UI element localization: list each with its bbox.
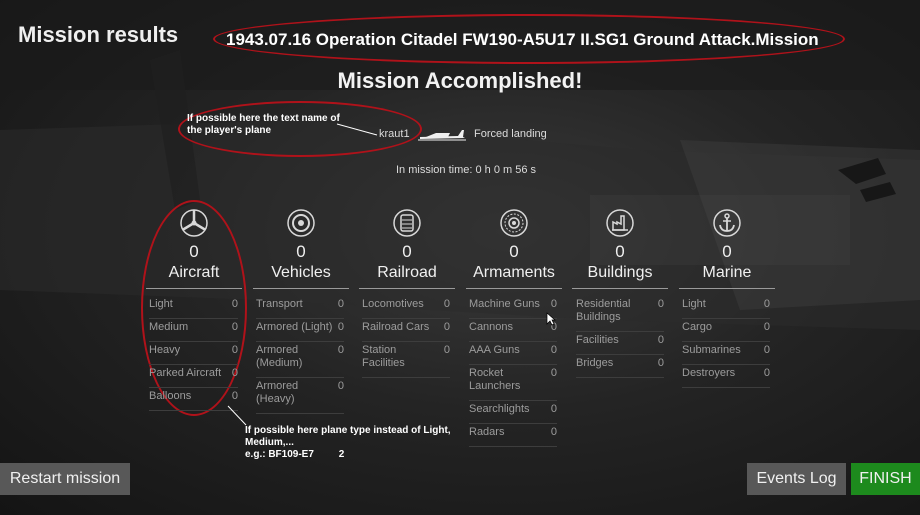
- railroad-divider: [359, 288, 455, 289]
- category-marine: 0 Marine: [679, 208, 775, 289]
- aircraft-breakdown: Light 0 Medium 0 Heavy 0 Parked Aircraft 0 B…: [149, 296, 238, 411]
- gun-muzzle-icon: [500, 209, 528, 237]
- finish-button[interactable]: FINISH: [851, 463, 920, 495]
- annotation-example-value: 2: [338, 449, 345, 460]
- aircraft-divider: [146, 288, 242, 289]
- breakdown-row: Armored (Light) 0: [256, 319, 344, 342]
- marine-total: 0: [722, 242, 732, 261]
- vehicles-total: 0: [296, 242, 306, 261]
- armaments-breakdown: Machine Guns 0 Cannons 0 AAA Guns 0 Rocket …: [469, 296, 557, 447]
- armaments-divider: [466, 288, 562, 289]
- plane-silhouette-icon: [418, 130, 466, 141]
- breakdown-row: Light 0: [149, 296, 238, 319]
- vehicles-divider: [253, 288, 349, 289]
- aircraft-total: 0: [189, 242, 199, 261]
- player-name: kraut1: [379, 128, 410, 140]
- breakdown-row: Light 0: [682, 296, 770, 319]
- category-vehicles: 0 Vehicles: [253, 208, 349, 289]
- buildings-breakdown: Residential Buildings 0 Facilities 0 Bridg…: [576, 296, 664, 378]
- mission-time: In mission time: 0 h 0 m 56 s: [396, 164, 536, 176]
- annotation-bottom-line2: Medium,...: [245, 437, 294, 448]
- breakdown-row: Locomotives 0: [362, 296, 450, 319]
- breakdown-row: AAA Guns 0: [469, 342, 557, 365]
- railroad-label: Railroad: [377, 264, 437, 281]
- mouse-cursor-icon: [546, 312, 556, 326]
- breakdown-row: Rocket Launchers 0: [469, 365, 557, 401]
- marine-divider: [679, 288, 775, 289]
- breakdown-row: Searchlights 0: [469, 401, 557, 424]
- breakdown-row: Destroyers 0: [682, 365, 770, 388]
- breakdown-row: Bridges 0: [576, 355, 664, 378]
- restart-mission-button[interactable]: Restart mission: [0, 463, 130, 495]
- vehicles-label: Vehicles: [271, 264, 331, 281]
- category-armaments: 0 Armaments: [466, 208, 562, 289]
- breakdown-row: Radars 0: [469, 424, 557, 447]
- breakdown-row: Cannons 0: [469, 319, 557, 342]
- breakdown-row: Machine Guns 0: [469, 296, 557, 319]
- annotation-bottom-line1: If possible here plane type instead of L…: [245, 425, 451, 436]
- mission-name: 1943.07.16 Operation Citadel FW190-A5U17…: [226, 30, 819, 49]
- breakdown-row: Cargo 0: [682, 319, 770, 342]
- breakdown-row: Balloons 0: [149, 388, 238, 411]
- anchor-icon: [713, 209, 741, 237]
- breakdown-row: Residential Buildings 0: [576, 296, 664, 332]
- armaments-total: 0: [509, 242, 519, 261]
- buildings-total: 0: [615, 242, 625, 261]
- annotation-pointer-line: [336, 123, 378, 136]
- annotation-bottom-line3: e.g.: BF109-E7 2: [245, 449, 451, 461]
- breakdown-row: Transport 0: [256, 296, 344, 319]
- aircraft-label: Aircraft: [168, 264, 220, 281]
- breakdown-row: Armored (Medium) 0: [256, 342, 344, 378]
- annotation-example-label: e.g.: BF109-E7: [245, 449, 314, 460]
- breakdown-row: Heavy 0: [149, 342, 238, 365]
- railroad-total: 0: [402, 242, 412, 261]
- armaments-label: Armaments: [473, 264, 555, 281]
- events-log-button[interactable]: Events Log: [747, 463, 846, 495]
- railroad-breakdown: Locomotives 0 Railroad Cars 0 Station Faci…: [362, 296, 450, 378]
- category-buildings: 0 Buildings: [572, 208, 668, 289]
- page-title: Mission results: [18, 22, 179, 47]
- breakdown-row: Railroad Cars 0: [362, 319, 450, 342]
- breakdown-row: Facilities 0: [576, 332, 664, 355]
- factory-icon: [606, 209, 634, 237]
- breakdown-row: Armored (Heavy) 0: [256, 378, 344, 414]
- buildings-label: Buildings: [587, 264, 653, 281]
- propeller-icon: [180, 209, 208, 237]
- breakdown-row: Submarines 0: [682, 342, 770, 365]
- category-aircraft: 0 Aircraft: [146, 208, 242, 289]
- breakdown-row: Medium 0: [149, 319, 238, 342]
- breakdown-row: Parked Aircraft 0: [149, 365, 238, 388]
- locomotive-icon: [393, 209, 421, 237]
- player-result: Forced landing: [474, 128, 547, 140]
- wheel-icon: [287, 209, 315, 237]
- buildings-divider: [572, 288, 668, 289]
- mission-status: Mission Accomplished!: [337, 68, 583, 93]
- marine-breakdown: Light 0 Cargo 0 Submarines 0 Destroyers 0: [682, 296, 770, 388]
- category-railroad: 0 Railroad: [359, 208, 455, 289]
- vehicles-breakdown: Transport 0 Armored (Light) 0 Armored (Med…: [256, 296, 344, 414]
- annotation-bottom-text: If possible here plane type instead of L…: [245, 425, 451, 461]
- breakdown-row: Station Facilities 0: [362, 342, 450, 378]
- marine-label: Marine: [702, 264, 752, 281]
- annotation-top-text: If possible here the text name of the pl…: [187, 113, 340, 136]
